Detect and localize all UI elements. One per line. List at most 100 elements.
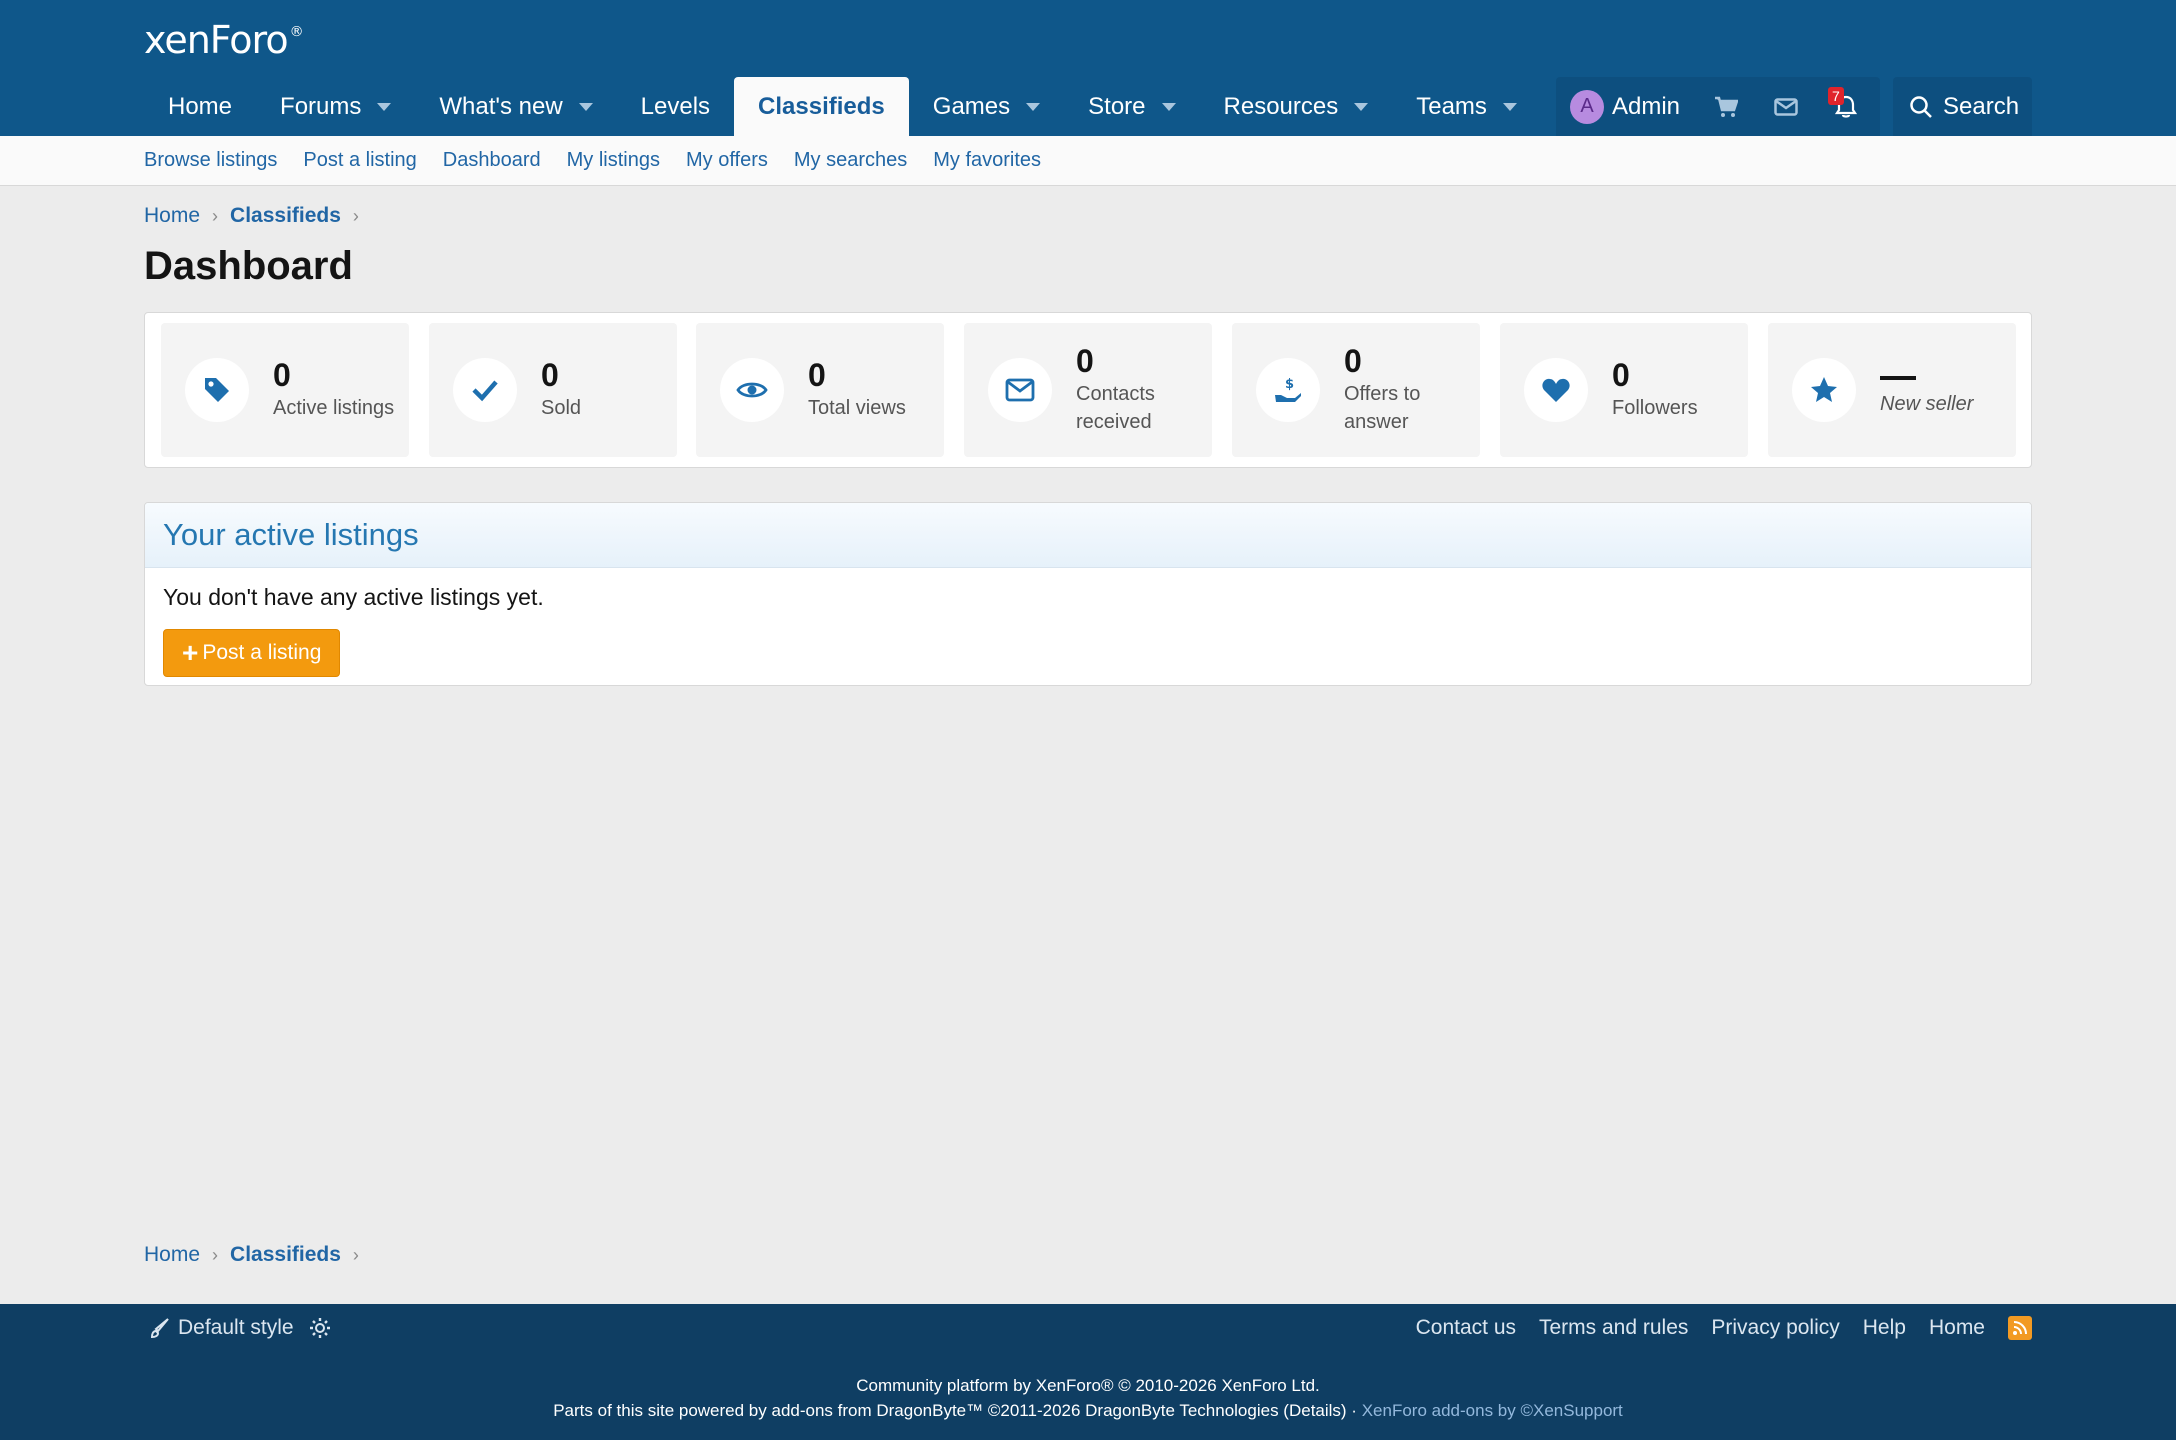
search-button[interactable]: Search	[1893, 77, 2032, 136]
subnav-my-favorites[interactable]: My favorites	[933, 149, 1041, 172]
stat-active-listings[interactable]: 0 Active listings	[161, 323, 409, 457]
sub-nav: Browse listings Post a listing Dashboard…	[0, 136, 2176, 186]
subnav-dashboard[interactable]: Dashboard	[443, 149, 541, 172]
envelope-icon	[1005, 378, 1035, 402]
footer-home[interactable]: Home	[1929, 1316, 1985, 1340]
avatar: A	[1570, 89, 1604, 124]
empty-listings-message: You don't have any active listings yet.	[163, 584, 544, 610]
style-chooser-label: Default style	[178, 1316, 294, 1339]
nav-tab-label: Resources	[1223, 92, 1339, 120]
stat-total-views[interactable]: 0 Total views	[696, 323, 944, 457]
subnav-my-listings[interactable]: My listings	[567, 149, 660, 172]
chevron-down-icon[interactable]	[1502, 102, 1517, 111]
active-listings-title: Your active listings	[145, 503, 2031, 568]
breadcrumb-home[interactable]: Home	[144, 204, 200, 228]
chevron-down-icon[interactable]	[1354, 102, 1369, 111]
breadcrumb-bottom: Home › Classifieds ›	[144, 1243, 371, 1267]
footer-privacy[interactable]: Privacy policy	[1711, 1316, 1839, 1340]
alerts-badge: 7	[1828, 87, 1844, 105]
subnav-my-searches[interactable]: My searches	[794, 149, 907, 172]
chevron-down-icon[interactable]	[377, 102, 392, 111]
footer-help[interactable]: Help	[1863, 1316, 1906, 1340]
alerts-button[interactable]: 7	[1816, 77, 1876, 136]
chevron-down-icon[interactable]	[578, 102, 593, 111]
breadcrumb-classifieds[interactable]: Classifieds	[230, 1243, 341, 1267]
breadcrumb: Home › Classifieds ›	[144, 204, 371, 228]
logo-registered-mark: ®	[289, 24, 304, 40]
copyright-line-1: Community platform by XenForo® © 2010-20…	[856, 1376, 1320, 1395]
chevron-right-icon: ›	[352, 1244, 359, 1265]
breadcrumb-classifieds[interactable]: Classifieds	[230, 204, 341, 228]
style-chooser-link[interactable]: Default style	[150, 1316, 294, 1340]
account-menu-button[interactable]: A Admin	[1556, 77, 1696, 136]
main-nav: Home Forums What's new Levels Classified…	[144, 77, 1629, 136]
chevron-down-icon[interactable]	[1161, 102, 1176, 111]
post-listing-button[interactable]: + Post a listing	[163, 629, 341, 677]
stat-icon-circle: $	[1256, 358, 1320, 422]
chevron-right-icon: ›	[212, 1244, 219, 1265]
stat-label: Sold	[541, 397, 582, 419]
chevron-right-icon: ›	[352, 205, 359, 226]
stat-contacts-received[interactable]: 0 Contacts received	[964, 323, 1212, 457]
logo-text: xenForo	[144, 18, 289, 62]
nav-tab-label: Classifieds	[758, 92, 885, 120]
subnav-my-offers[interactable]: My offers	[686, 149, 768, 172]
inbox-button[interactable]	[1756, 77, 1816, 136]
svg-text:$: $	[1285, 377, 1294, 392]
stat-label: Active listings	[273, 397, 395, 419]
star-icon	[1811, 377, 1837, 402]
stat-icon-circle	[720, 358, 784, 422]
rss-icon[interactable]	[2008, 1316, 2032, 1340]
stat-label: Offers to answer	[1344, 383, 1421, 433]
site-header: xenForo ® Home Forums What's new Levels C…	[0, 0, 2176, 136]
envelope-icon	[1774, 97, 1798, 116]
heart-icon	[1542, 378, 1570, 402]
footer-contact-us[interactable]: Contact us	[1416, 1316, 1516, 1340]
stat-icon-circle	[185, 358, 249, 422]
stat-icon-circle	[988, 358, 1052, 422]
nav-tab-levels[interactable]: Levels	[617, 77, 734, 136]
nav-tab-label: Games	[932, 92, 1011, 120]
search-icon	[1910, 95, 1932, 118]
nav-tab-classifieds[interactable]: Classifieds	[734, 77, 909, 136]
nav-tab-resources[interactable]: Resources	[1200, 77, 1393, 136]
nav-tab-whats-new[interactable]: What's new	[415, 77, 616, 136]
nav-tab-games[interactable]: Games	[909, 77, 1064, 136]
nav-tab-label: Teams	[1416, 92, 1487, 120]
nav-tab-store[interactable]: Store	[1064, 77, 1199, 136]
empty-rating-dash	[1880, 376, 1916, 380]
nav-tab-teams[interactable]: Teams	[1392, 77, 1541, 136]
paintbrush-icon	[150, 1318, 169, 1339]
nav-tab-forums[interactable]: Forums	[256, 77, 415, 136]
stat-icon-circle	[1524, 358, 1588, 422]
stat-label: Followers	[1612, 397, 1698, 419]
stat-followers[interactable]: 0 Followers	[1500, 323, 1748, 457]
stat-label: Total views	[808, 397, 906, 419]
breadcrumb-home[interactable]: Home	[144, 1243, 200, 1267]
stats-block: 0 Active listings 0 Sold 0 Total views 0…	[144, 312, 2032, 468]
stat-value: 0	[1344, 343, 1362, 379]
stat-value: 0	[808, 357, 826, 393]
stat-value: 0	[1076, 343, 1094, 379]
stat-sold[interactable]: 0 Sold	[429, 323, 677, 457]
stat-seller-rating[interactable]: New seller	[1768, 323, 2016, 457]
footer-links: Contact us Terms and rules Privacy polic…	[1393, 1316, 2032, 1340]
stat-value: 0	[1612, 357, 1630, 393]
gear-icon[interactable]	[308, 1316, 332, 1345]
stat-value: 0	[541, 357, 559, 393]
tag-icon	[205, 378, 229, 402]
page-title: Dashboard	[144, 244, 353, 288]
account-username: Admin	[1612, 92, 1681, 120]
xensupport-link[interactable]: XenForo add-ons by ©XenSupport	[1362, 1401, 1623, 1420]
chevron-down-icon[interactable]	[1026, 102, 1041, 111]
subnav-browse-listings[interactable]: Browse listings	[144, 149, 277, 172]
nav-tab-label: What's new	[439, 92, 563, 120]
site-logo[interactable]: xenForo ®	[144, 18, 304, 62]
footer-terms[interactable]: Terms and rules	[1539, 1316, 1688, 1340]
stat-icon-circle	[1792, 358, 1856, 422]
stat-offers-to-answer[interactable]: $ 0 Offers to answer	[1232, 323, 1480, 457]
nav-tab-home[interactable]: Home	[144, 77, 256, 136]
cart-button[interactable]	[1696, 77, 1756, 136]
subnav-post-listing[interactable]: Post a listing	[303, 149, 416, 172]
stat-value: 0	[273, 357, 291, 393]
